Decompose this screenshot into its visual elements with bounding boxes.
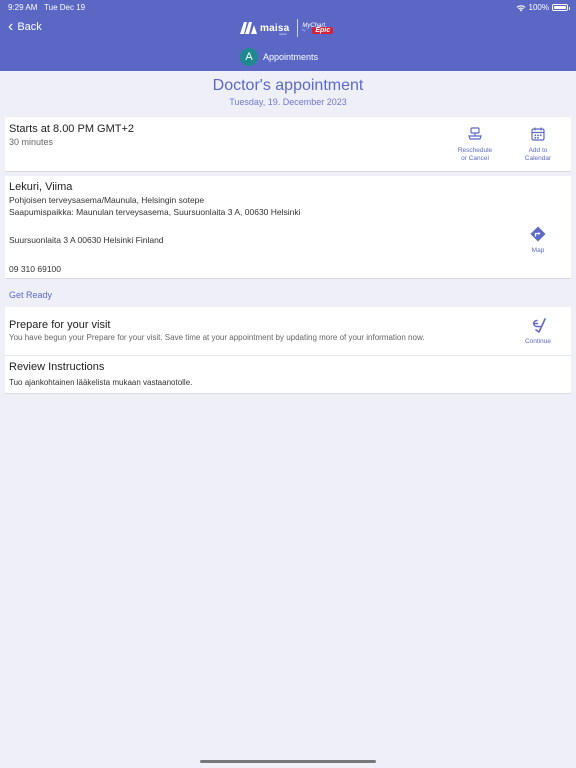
prepare-title: Prepare for your visit: [9, 319, 111, 331]
duration: 30 minutes: [9, 137, 54, 147]
mychart-logo: MyChart by Epic: [302, 23, 334, 34]
map-button[interactable]: Map: [523, 226, 553, 255]
continue-button[interactable]: Continue: [518, 317, 558, 346]
maisa-subtext: Apotti: [279, 32, 287, 36]
brand-logo: maisa Apotti MyChart by Epic: [240, 17, 334, 39]
calendar-add-icon: [531, 127, 545, 141]
mychart-by: by: [302, 27, 306, 32]
start-time: Starts at 8.00 PM GMT+2: [9, 123, 135, 135]
back-button[interactable]: ‹ Back: [8, 18, 42, 35]
brand-divider: [297, 19, 299, 37]
reschedule-button[interactable]: Reschedule or Cancel: [453, 126, 497, 163]
provider-name: Lekuri, Viima: [9, 181, 73, 193]
street-address: Suursuonlaita 3 A 00630 Helsinki Finland: [9, 235, 164, 245]
reschedule-icon: [468, 127, 482, 140]
time-card: Starts at 8.00 PM GMT+2 30 minutes Resch…: [5, 117, 571, 172]
checklist-icon: [532, 318, 546, 333]
calendar-label-2: Calendar: [524, 155, 552, 163]
review-instructions-title: Review Instructions: [9, 361, 105, 373]
maisa-logo-icon: [240, 22, 257, 34]
top-bar: 9:29 AM Tue Dec 19 100% ‹ Back maisa Apo…: [0, 0, 576, 71]
directions-icon: [530, 226, 546, 242]
prepare-description: You have begun your Prepare for your vis…: [9, 333, 425, 342]
appointments-label: Appointments: [263, 52, 319, 62]
back-label: Back: [17, 21, 42, 33]
home-indicator[interactable]: [200, 760, 376, 763]
department-name: Pohjoisen terveysasema/Maunula, Helsingi…: [9, 195, 205, 205]
review-instructions-text: Tuo ajankohtainen lääkelista mukaan vast…: [9, 378, 193, 387]
phone-number[interactable]: 09 310 69100: [9, 264, 61, 274]
wifi-icon: [516, 4, 525, 11]
get-ready-heading: Get Ready: [9, 290, 53, 300]
calendar-label-1: Add to: [528, 147, 548, 154]
avatar: A: [240, 48, 258, 66]
battery-level: [554, 6, 566, 9]
add-to-calendar-button[interactable]: Add to Calendar: [518, 126, 558, 163]
reschedule-label-2: or Cancel: [461, 155, 489, 163]
appointments-tab[interactable]: A Appointments: [240, 48, 318, 66]
location-card: Lekuri, Viima Pohjoisen terveysasema/Mau…: [5, 176, 571, 279]
battery-percent: 100%: [528, 3, 549, 12]
continue-label: Continue: [524, 338, 552, 345]
battery-icon: [552, 4, 570, 11]
arrival-location: Saapumispaikka: Maunulan terveysasema, S…: [9, 207, 301, 217]
status-bar-right: 100%: [516, 3, 570, 12]
epic-wordmark: Epic: [312, 26, 334, 34]
status-bar-time: 9:29 AM Tue Dec 19: [8, 3, 86, 12]
get-ready-card: Prepare for your visit You have begun yo…: [5, 307, 571, 394]
reschedule-label-1: Reschedule: [457, 147, 493, 154]
chevron-left-icon: ‹: [8, 18, 14, 35]
appointment-date: Tuesday, 19. December 2023: [229, 97, 347, 107]
page-title: Doctor's appointment: [212, 77, 364, 94]
map-label: Map: [531, 247, 545, 254]
card-divider: [5, 355, 571, 356]
